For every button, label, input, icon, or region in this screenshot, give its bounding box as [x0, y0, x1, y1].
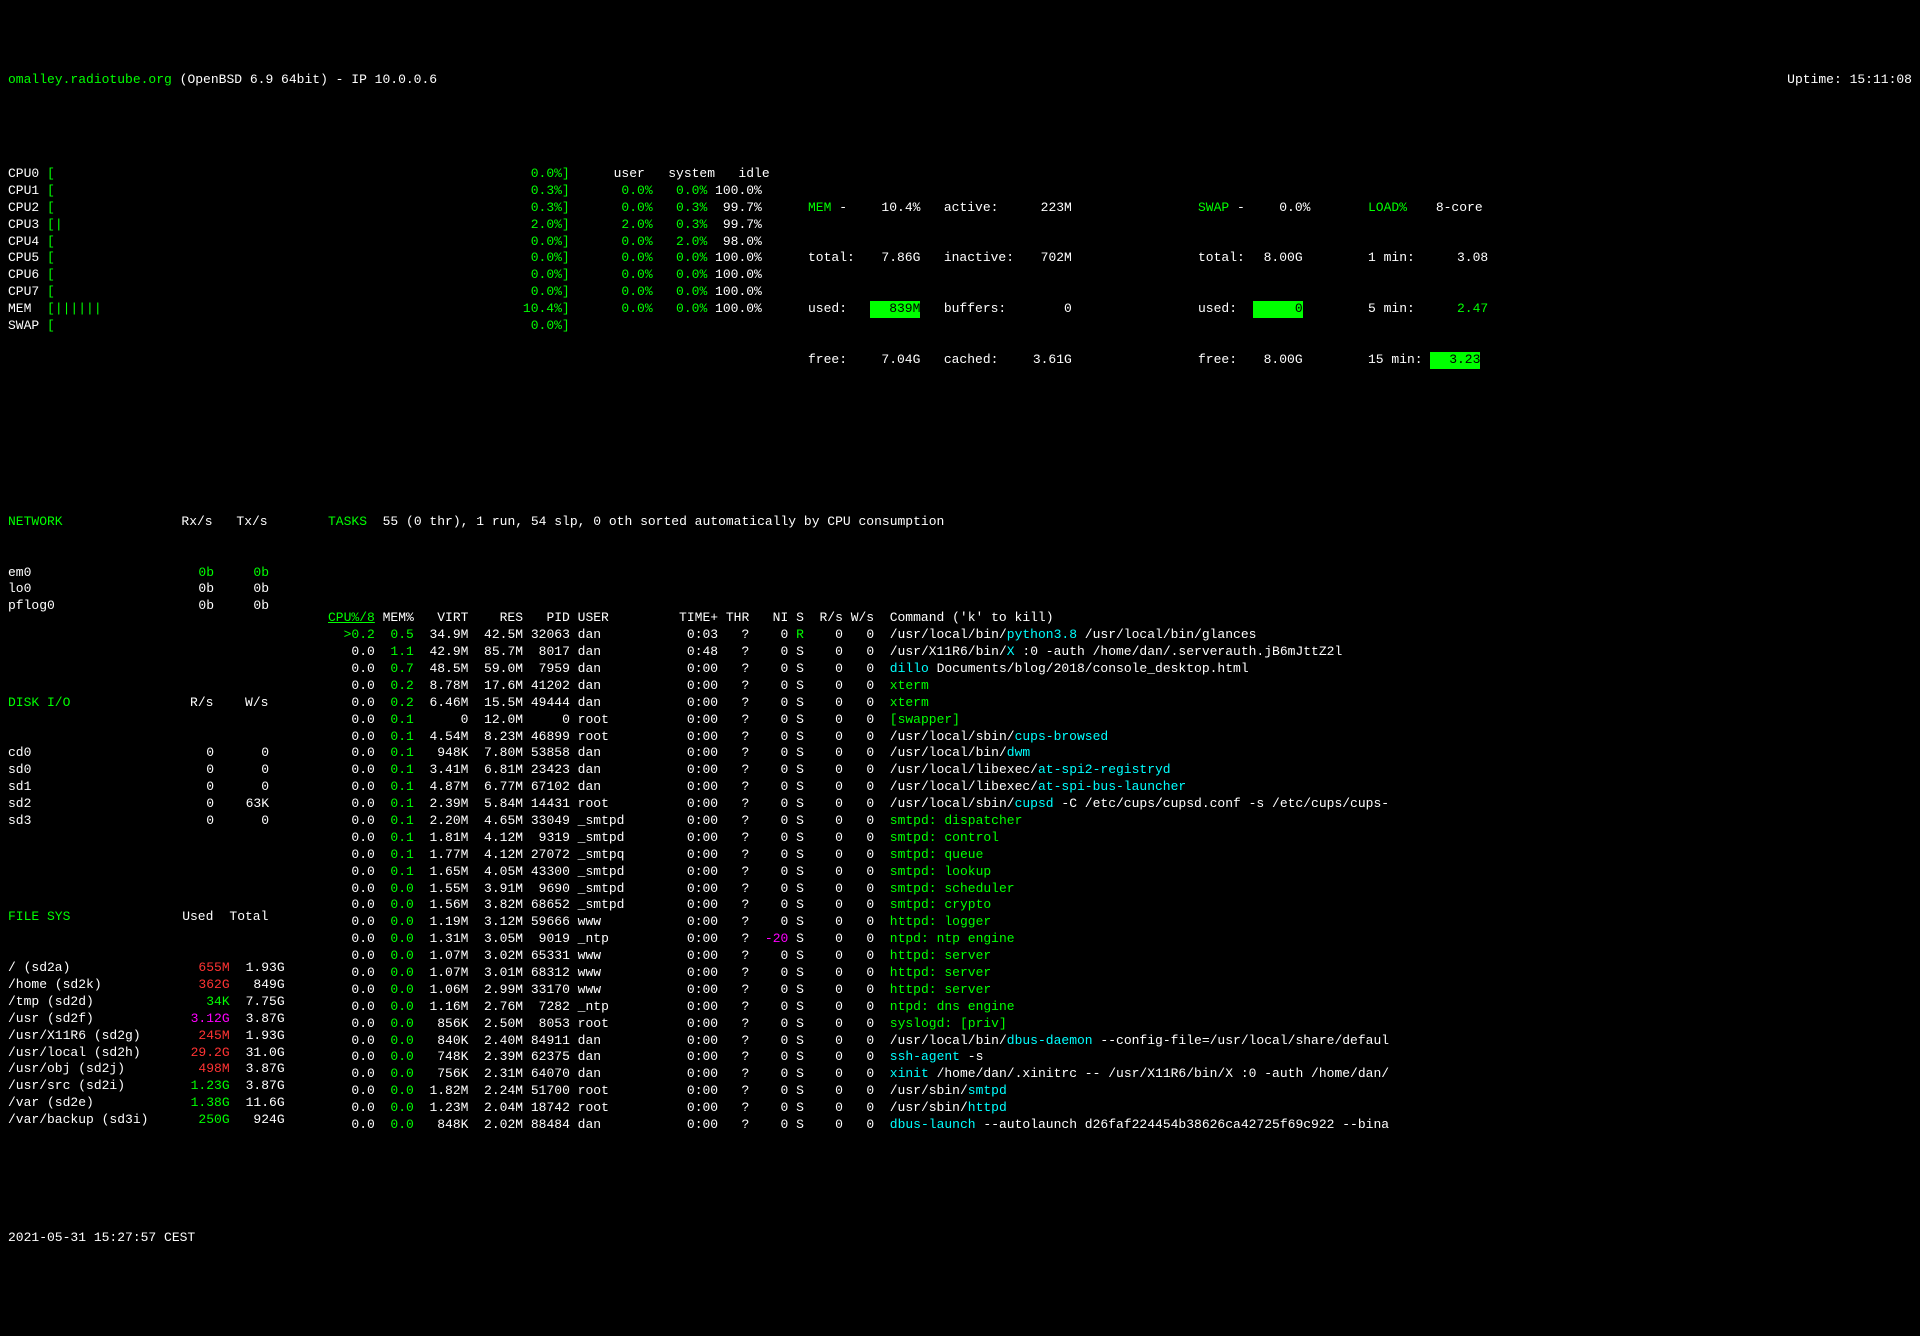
cpu-row: CPU7 [ 0.0%] [8, 284, 598, 301]
filesys-row: /usr/obj (sd2j) 498M3.87G [8, 1061, 328, 1078]
filesys-row: /home (sd2k) 362G849G [8, 977, 328, 994]
process-table[interactable]: CPU%/8 MEM% VIRT RES PID USER TIME+ THR … [328, 610, 1912, 1134]
process-row[interactable]: 0.0 0.2 8.78M 17.6M 41202 dan 0:00 ? 0 S… [328, 678, 1912, 695]
process-row[interactable]: 0.0 0.7 48.5M 59.0M 7959 dan 0:00 ? 0 S … [328, 661, 1912, 678]
header-bar: omalley.radiotube.org (OpenBSD 6.9 64bit… [8, 72, 1912, 89]
cpu-row: CPU3 [| 2.0%] [8, 217, 598, 234]
mem-block: MEM - 10.4% active: 223M total: 7.86G in… [808, 166, 1198, 402]
cpu-row: CPU2 [ 0.3%] [8, 200, 598, 217]
process-row[interactable]: 0.0 0.0 1.55M 3.91M 9690 _smtpd 0:00 ? 0… [328, 881, 1912, 898]
hostname: omalley.radiotube.org [8, 72, 172, 87]
usi-row: 0.0% 0.0% 100.0% [598, 301, 808, 318]
usi-row: 0.0% 0.0% 100.0% [598, 183, 808, 200]
cpu-row: CPU0 [ 0.0%] [8, 166, 598, 183]
diskio-row: sd2 063K [8, 796, 328, 813]
diskio-row: sd0 00 [8, 762, 328, 779]
filesys-row: /usr/X11R6 (sd2g) 245M1.93G [8, 1028, 328, 1045]
diskio-title: DISK I/O [8, 695, 70, 710]
cpu-usi: user system idle 0.0% 0.0% 100.0% 0.0% 0… [598, 166, 808, 402]
cpu-row: CPU5 [ 0.0%] [8, 250, 598, 267]
filesys-row: /usr (sd2f) 3.12G3.87G [8, 1011, 328, 1028]
process-row[interactable]: 0.0 0.0 1.31M 3.05M 9019 _ntp 0:00 ? -20… [328, 931, 1912, 948]
process-header: CPU%/8 MEM% VIRT RES PID USER TIME+ THR … [328, 610, 1912, 627]
process-row[interactable]: 0.0 0.0 848K 2.02M 88484 dan 0:00 ? 0 S … [328, 1117, 1912, 1134]
load-block: LOAD% 8-core 1 min: 3.08 5 min: 2.47 15 … [1368, 166, 1508, 402]
cpu-row: SWAP [ 0.0%] [8, 318, 598, 335]
network-row: pflog0 0b0b [8, 598, 328, 615]
tasks-title: TASKS [328, 514, 367, 529]
process-row[interactable]: 0.0 0.1 4.87M 6.77M 67102 dan 0:00 ? 0 S… [328, 779, 1912, 796]
process-row[interactable]: 0.0 0.1 4.54M 8.23M 46899 root 0:00 ? 0 … [328, 729, 1912, 746]
diskio-row: cd0 00 [8, 745, 328, 762]
process-row[interactable]: 0.0 0.0 1.16M 2.76M 7282 _ntp 0:00 ? 0 S… [328, 999, 1912, 1016]
process-row[interactable]: 0.0 0.2 6.46M 15.5M 49444 dan 0:00 ? 0 S… [328, 695, 1912, 712]
process-row[interactable]: 0.0 0.1 3.41M 6.81M 23423 dan 0:00 ? 0 S… [328, 762, 1912, 779]
process-row[interactable]: 0.0 0.1 1.77M 4.12M 27072 _smtpq 0:00 ? … [328, 847, 1912, 864]
network-title: NETWORK [8, 514, 63, 529]
process-row[interactable]: 0.0 0.0 1.23M 2.04M 18742 root 0:00 ? 0 … [328, 1100, 1912, 1117]
process-row[interactable]: 0.0 1.1 42.9M 85.7M 8017 dan 0:48 ? 0 S … [328, 644, 1912, 661]
process-row[interactable]: 0.0 0.0 1.19M 3.12M 59666 www 0:00 ? 0 S… [328, 914, 1912, 931]
process-row[interactable]: 0.0 0.0 1.07M 3.02M 65331 www 0:00 ? 0 S… [328, 948, 1912, 965]
process-row[interactable]: 0.0 0.0 1.06M 2.99M 33170 www 0:00 ? 0 S… [328, 982, 1912, 999]
usi-row: 0.0% 0.0% 100.0% [598, 267, 808, 284]
cpu-row: MEM [|||||| 10.4%] [8, 301, 598, 318]
usi-row: 0.0% 0.0% 100.0% [598, 250, 808, 267]
process-row[interactable]: 0.0 0.0 748K 2.39M 62375 dan 0:00 ? 0 S … [328, 1049, 1912, 1066]
cpu-row: CPU4 [ 0.0%] [8, 234, 598, 251]
process-row[interactable]: >0.2 0.5 34.9M 42.5M 32063 dan 0:03 ? 0 … [328, 627, 1912, 644]
diskio-row: sd1 00 [8, 779, 328, 796]
filesys-row: / (sd2a) 655M1.93G [8, 960, 328, 977]
network-row: lo0 0b0b [8, 581, 328, 598]
tasks-summary: 55 (0 thr), 1 run, 54 slp, 0 oth sorted … [383, 514, 945, 529]
filesys-row: /var/backup (sd3i) 250G924G [8, 1112, 328, 1129]
footer-time: 2021-05-31 15:27:57 CEST [8, 1230, 1912, 1247]
cpu-row: CPU1 [ 0.3%] [8, 183, 598, 200]
process-row[interactable]: 0.0 0.0 756K 2.31M 64070 dan 0:00 ? 0 S … [328, 1066, 1912, 1083]
process-row[interactable]: 0.0 0.1 1.65M 4.05M 43300 _smtpd 0:00 ? … [328, 864, 1912, 881]
usi-row: 0.0% 0.0% 100.0% [598, 284, 808, 301]
usi-row: 0.0% 2.0% 98.0% [598, 234, 808, 251]
uptime-value: 15:11:08 [1850, 72, 1912, 87]
filesys-title: FILE SYS [8, 909, 70, 924]
process-row[interactable]: 0.0 0.0 1.56M 3.82M 68652 _smtpd 0:00 ? … [328, 897, 1912, 914]
process-row[interactable]: 0.0 0.1 2.39M 5.84M 14431 root 0:00 ? 0 … [328, 796, 1912, 813]
process-row[interactable]: 0.0 0.0 1.07M 3.01M 68312 www 0:00 ? 0 S… [328, 965, 1912, 982]
filesys-row: /var (sd2e) 1.38G11.6G [8, 1095, 328, 1112]
cpu-bars: CPU0 [ 0.0%]CPU1 [ 0.3%]CPU2 [ [8, 166, 598, 402]
swap-block: SWAP - 0.0% total: 8.00G used: 0 free: 8… [1198, 166, 1348, 402]
usi-row: 0.0% 0.3% 99.7% [598, 200, 808, 217]
uptime-label: Uptime: [1787, 72, 1842, 87]
process-row[interactable]: 0.0 0.1 2.20M 4.65M 33049 _smtpd 0:00 ? … [328, 813, 1912, 830]
process-row[interactable]: 0.0 0.0 1.82M 2.24M 51700 root 0:00 ? 0 … [328, 1083, 1912, 1100]
filesys-row: /usr/src (sd2i) 1.23G3.87G [8, 1078, 328, 1095]
cpu-row: CPU6 [ 0.0%] [8, 267, 598, 284]
filesys-row: /tmp (sd2d) 34K7.75G [8, 994, 328, 1011]
os-info: (OpenBSD 6.9 64bit) - IP 10.0.0.6 [180, 72, 437, 87]
main-panel: TASKS 55 (0 thr), 1 run, 54 slp, 0 oth s… [328, 480, 1912, 1168]
process-row[interactable]: 0.0 0.1 0 12.0M 0 root 0:00 ? 0 S 0 0 [s… [328, 712, 1912, 729]
process-row[interactable]: 0.0 0.0 840K 2.40M 84911 dan 0:00 ? 0 S … [328, 1033, 1912, 1050]
top-panel: CPU0 [ 0.0%]CPU1 [ 0.3%]CPU2 [ [8, 166, 1912, 402]
usi-row: 2.0% 0.3% 99.7% [598, 217, 808, 234]
left-sidebar: NETWORKRx/sTx/s em0 0b0blo0 0b0bpflog0 0… [8, 480, 328, 1168]
process-row[interactable]: 0.0 0.0 856K 2.50M 8053 root 0:00 ? 0 S … [328, 1016, 1912, 1033]
process-row[interactable]: 0.0 0.1 948K 7.80M 53858 dan 0:00 ? 0 S … [328, 745, 1912, 762]
network-row: em0 0b0b [8, 565, 328, 582]
diskio-row: sd3 00 [8, 813, 328, 830]
process-row[interactable]: 0.0 0.1 1.81M 4.12M 9319 _smtpd 0:00 ? 0… [328, 830, 1912, 847]
